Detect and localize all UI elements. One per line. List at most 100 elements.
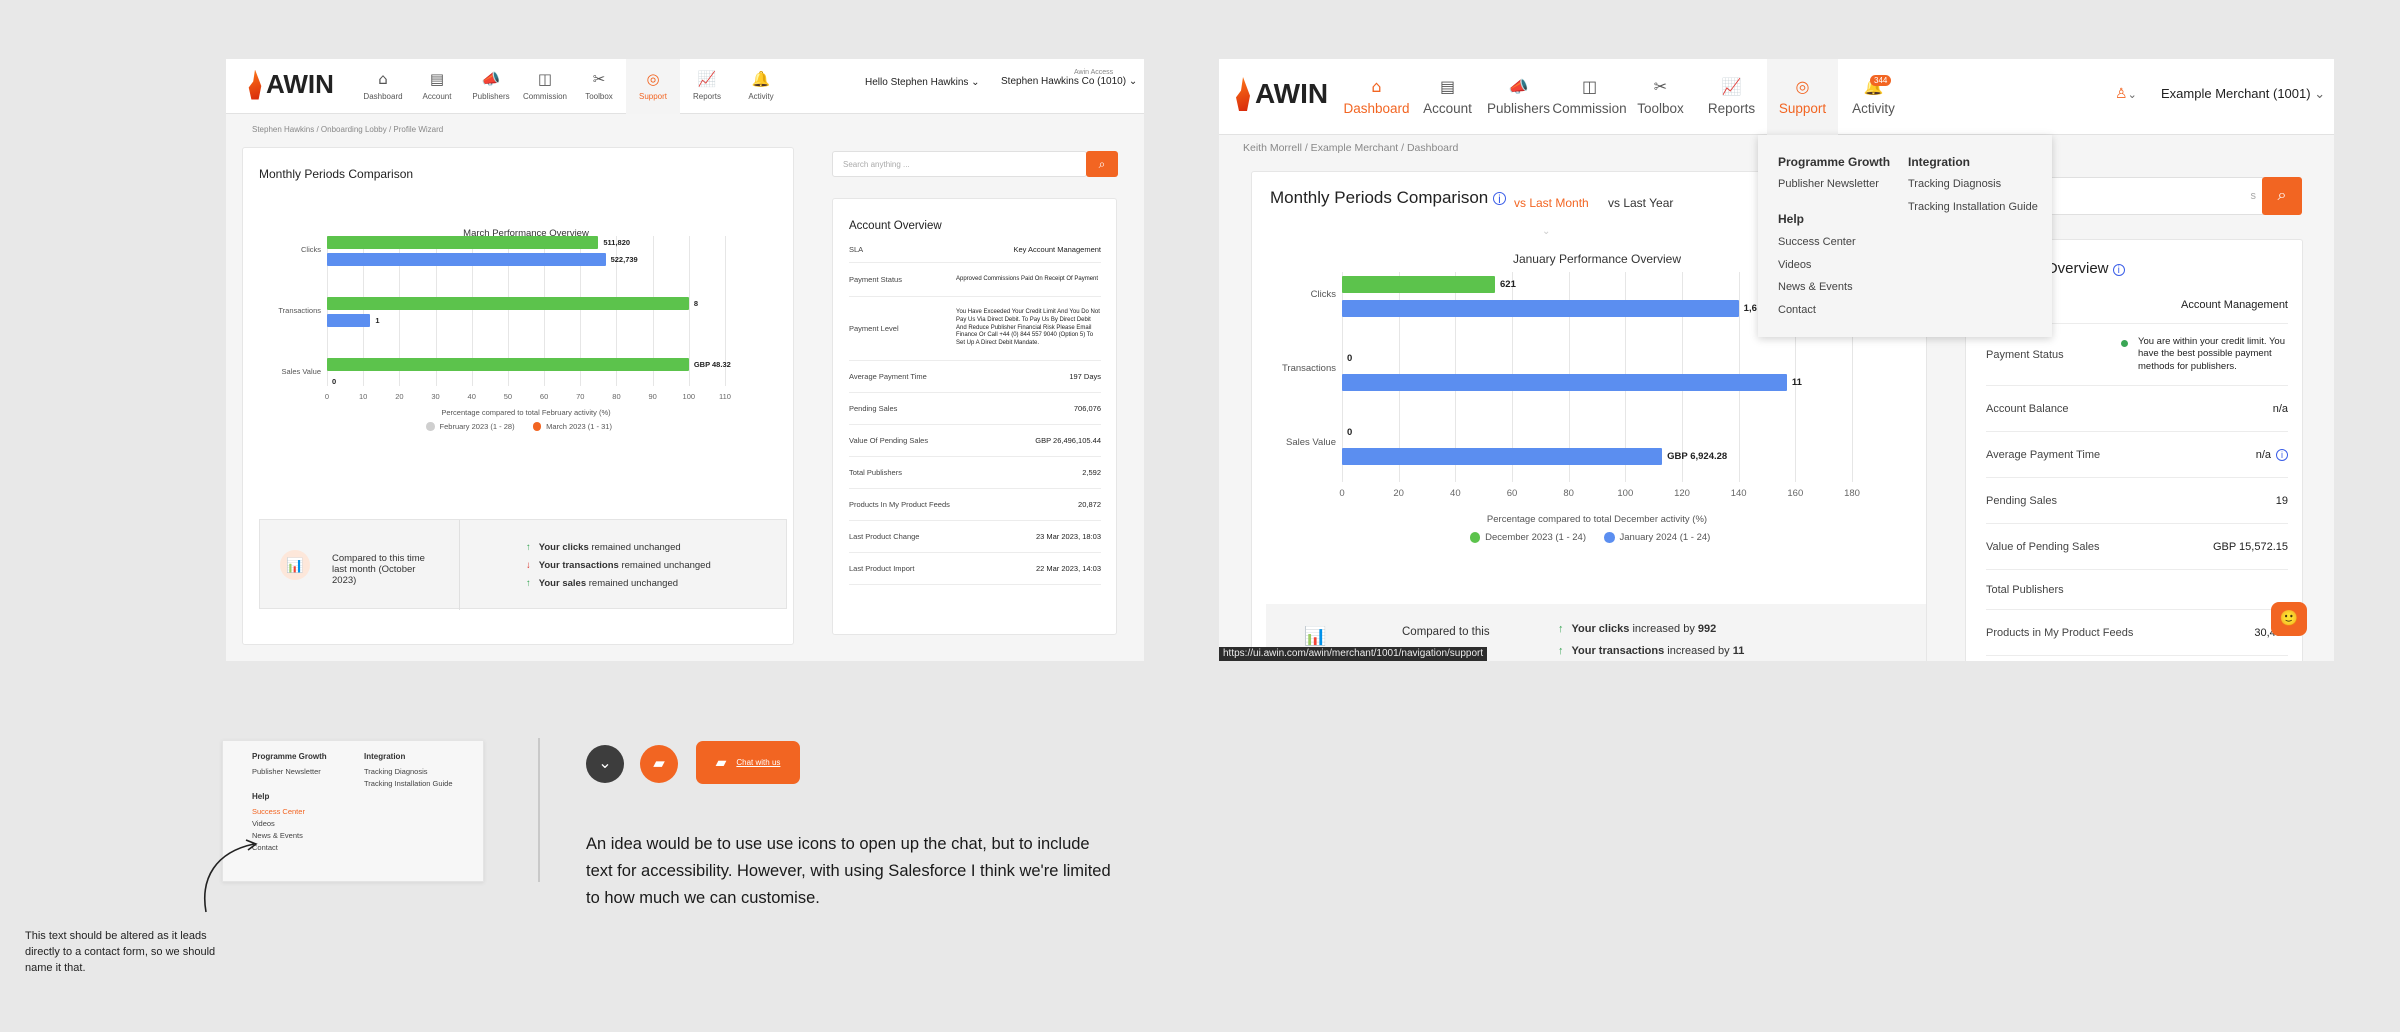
- chat-icon: ▰: [653, 755, 665, 772]
- bar[interactable]: [1342, 448, 1663, 465]
- menu-item-publisher-newsletter[interactable]: Publisher Newsletter: [252, 767, 321, 776]
- chat-with-us-button[interactable]: ▰ Chat with us: [696, 741, 800, 784]
- overview-key: Average Payment Time: [849, 372, 927, 381]
- nav-commission[interactable]: ◫ Commission: [518, 59, 572, 114]
- account-switcher[interactable]: Example Merchant (1001) ⌄: [2161, 86, 2325, 102]
- overview-value: 197 Days: [1069, 372, 1101, 381]
- search-button[interactable]: ⌕: [2262, 177, 2302, 215]
- performance-chart: March Performance Overview 0 10 20 30 40 50 60 7…: [243, 148, 795, 478]
- nav-activity[interactable]: 🔔 Activity 344: [1838, 59, 1909, 135]
- nav-reports[interactable]: 📈 Reports: [680, 59, 734, 114]
- bar[interactable]: [1342, 300, 1739, 317]
- overview-row: Average Payment Time n/a i: [1986, 432, 2288, 478]
- nav-commission[interactable]: ◫ Commission: [1552, 59, 1626, 135]
- nav-label: Dashboard: [1343, 100, 1410, 116]
- bar-value-label: 0: [1347, 426, 1353, 438]
- overview-key: Value of Pending Sales: [1986, 540, 2100, 553]
- arrow-up-icon: ↑: [1558, 623, 1564, 635]
- menu-item-videos[interactable]: Videos: [252, 819, 275, 828]
- bar[interactable]: [327, 253, 606, 266]
- nav-toolbox[interactable]: ✂ Toolbox: [1625, 59, 1696, 135]
- menu-item-videos[interactable]: Videos: [1778, 259, 1811, 271]
- search-button[interactable]: ⌕: [1086, 151, 1118, 177]
- nav-support[interactable]: ◎ Support: [626, 59, 680, 114]
- nav-reports[interactable]: 📈 Reports: [1696, 59, 1767, 135]
- nav-dashboard[interactable]: ⌂ Dashboard: [356, 59, 410, 114]
- summary-row: ↑ Your clicks remained unchanged: [526, 538, 711, 556]
- greeting-menu[interactable]: Hello Stephen Hawkins ⌄: [865, 77, 980, 88]
- menu-item-tracking-installation-guide[interactable]: Tracking Installation Guide: [1908, 201, 2038, 213]
- overview-row: Value Of Pending Sales GBP 26,496,105.44: [849, 425, 1101, 457]
- account-overview-card: Account Overview SLA Key Account Manageme…: [832, 198, 1117, 635]
- x-tick-label: 60: [1506, 488, 1518, 499]
- reports-icon: 📈: [1721, 76, 1742, 96]
- overview-value: 2,592: [1082, 468, 1101, 477]
- legend-item[interactable]: January 2024 (1 - 24): [1604, 532, 1710, 543]
- overview-row: Account Balance n/a: [1986, 386, 2288, 432]
- overview-value: GBP 26,496,105.44: [1035, 436, 1101, 445]
- menu-section-integration: Integration: [364, 752, 406, 761]
- overview-value: 23 Mar 2023, 18:03: [1035, 532, 1101, 541]
- awin-logo[interactable]: AWIN: [1233, 77, 1328, 111]
- nav-label: Publishers: [1486, 100, 1551, 116]
- toolbox-icon: ✂: [592, 70, 606, 88]
- commission-icon: ◫: [1581, 76, 1598, 96]
- nav-support[interactable]: ◎ Support: [1767, 59, 1838, 135]
- nav-toolbox[interactable]: ✂ Toolbox: [572, 59, 626, 114]
- summary-text: Your clicks remained unchanged: [539, 542, 681, 553]
- x-tick-label: 120: [1674, 488, 1690, 499]
- status-url-bar: https://ui.awin.com/awin/merchant/1001/n…: [1219, 647, 1488, 661]
- menu-item-contact[interactable]: Contact: [1778, 304, 1816, 316]
- nav-label: Dashboard: [363, 92, 403, 101]
- menu-item-publisher-newsletter[interactable]: Publisher Newsletter: [1778, 178, 1879, 190]
- bar[interactable]: [1342, 374, 1787, 391]
- chat-launcher[interactable]: 🙂: [2271, 602, 2307, 636]
- overview-key: Payment Status: [849, 275, 902, 284]
- account-switcher[interactable]: Stephen Hawkins Co (1010) ⌄: [1001, 76, 1137, 87]
- menu-item-news-events[interactable]: News & Events: [1778, 281, 1853, 293]
- nav-account[interactable]: ▤ Account: [410, 59, 464, 114]
- legend-item[interactable]: December 2023 (1 - 24): [1469, 532, 1586, 543]
- legend-swatch: [426, 422, 435, 431]
- nav-account[interactable]: ▤ Account: [1412, 59, 1483, 135]
- bar[interactable]: [327, 314, 371, 327]
- overview-value: 706,076: [1073, 404, 1101, 413]
- menu-item-tracking-installation-guide[interactable]: Tracking Installation Guide: [364, 779, 453, 788]
- legend-item[interactable]: March 2023 (1 - 31): [532, 422, 612, 431]
- menu-item-success-center[interactable]: Success Center: [252, 807, 305, 816]
- bar[interactable]: [1342, 276, 1495, 293]
- overview-key: Account Balance: [1986, 402, 2069, 415]
- bar[interactable]: [327, 297, 689, 310]
- menu-item-tracking-diagnosis[interactable]: Tracking Diagnosis: [1908, 178, 2001, 190]
- right-topbar: AWIN ⌂ Dashboard ▤ Account 📣 Publishers ◫ Commi…: [1219, 59, 2334, 135]
- summary-amount: 992: [1697, 623, 1717, 635]
- menu-item-success-center[interactable]: Success Center: [1778, 236, 1856, 248]
- info-icon[interactable]: i: [2276, 448, 2288, 461]
- legend-item[interactable]: February 2023 (1 - 28): [426, 422, 515, 431]
- legend-label: March 2023 (1 - 31): [546, 422, 612, 431]
- nav-dashboard[interactable]: ⌂ Dashboard: [1341, 59, 1412, 135]
- bar[interactable]: [327, 236, 599, 249]
- publishers-icon: 📣: [481, 70, 501, 88]
- chat-icon-button[interactable]: ▰: [640, 745, 678, 783]
- overview-title: Account Overview: [849, 220, 942, 232]
- toolbox-icon: ✂: [1653, 76, 1668, 96]
- nav-activity[interactable]: 🔔 Activity: [734, 59, 788, 114]
- menu-item-tracking-diagnosis[interactable]: Tracking Diagnosis: [364, 767, 428, 776]
- overview-key: Value Of Pending Sales: [849, 436, 929, 445]
- awin-logo[interactable]: AWIN: [246, 69, 334, 100]
- chevron-chat-button[interactable]: ⌄: [586, 745, 624, 783]
- x-tick-label: 40: [1450, 488, 1461, 499]
- search-input[interactable]: Search anything ...: [832, 151, 1087, 177]
- legend-label: December 2023 (1 - 24): [1485, 532, 1586, 543]
- breadcrumb[interactable]: Stephen Hawkins / Onboarding Lobby / Pro…: [252, 125, 443, 134]
- nav-publishers[interactable]: 📣 Publishers: [464, 59, 518, 114]
- user-menu[interactable]: ♙⌄: [2115, 85, 2137, 102]
- breadcrumb[interactable]: Keith Morrell / Example Merchant / Dashb…: [1243, 142, 1458, 154]
- activity-icon: 🔔: [751, 70, 771, 88]
- chat-icon: ▰: [715, 754, 727, 770]
- info-icon[interactable]: i: [2112, 264, 2125, 276]
- nav-publishers[interactable]: 📣 Publishers: [1483, 59, 1554, 135]
- x-tick-label: 40: [467, 392, 476, 401]
- bar[interactable]: [327, 358, 689, 371]
